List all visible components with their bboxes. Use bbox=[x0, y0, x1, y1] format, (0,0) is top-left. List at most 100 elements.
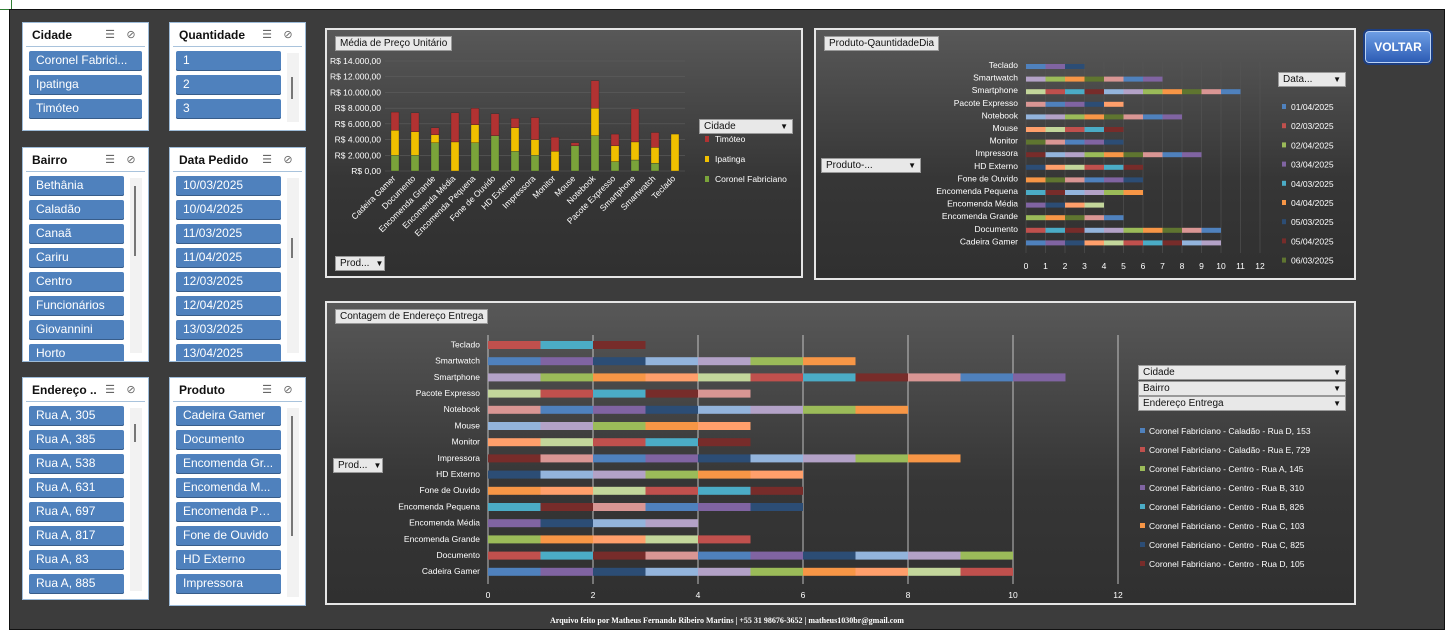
slicer-item[interactable]: Bethânia bbox=[29, 176, 124, 196]
slicer-item[interactable]: Cariru bbox=[29, 248, 124, 268]
slicer-item[interactable]: Encomenda Pe... bbox=[176, 502, 281, 522]
slicer-item[interactable]: Encomenda Gr... bbox=[176, 454, 281, 474]
bar-segment bbox=[1182, 227, 1202, 233]
slicer-item[interactable]: Rua A, 385 bbox=[29, 430, 124, 450]
slicer-item[interactable]: 13/04/2025 bbox=[176, 344, 281, 361]
slicer-item[interactable]: Giovannini bbox=[29, 320, 124, 340]
slicer-item[interactable]: 3 bbox=[176, 99, 281, 119]
slicer-item[interactable]: 10/04/2025 bbox=[176, 200, 281, 220]
slicer-item[interactable]: Rua A, 631 bbox=[29, 478, 124, 498]
filter-button-bairro[interactable]: Bairro ▼ bbox=[1138, 381, 1346, 396]
multi-select-icon[interactable]: ☰ bbox=[259, 383, 275, 397]
bar-segment bbox=[1026, 240, 1046, 246]
multi-select-icon[interactable]: ☰ bbox=[102, 28, 118, 42]
legend-entry: Coronel Fabriciano - Centro - Rua C, 103 bbox=[1149, 521, 1305, 531]
slicer-item[interactable]: Cadeira Gamer bbox=[176, 406, 281, 426]
bar-segment bbox=[803, 551, 856, 560]
bar-segment bbox=[593, 519, 646, 528]
slicer-item[interactable]: Rua A, 885 bbox=[29, 574, 124, 594]
multi-select-icon[interactable]: ☰ bbox=[259, 28, 275, 42]
bar-segment bbox=[1065, 101, 1085, 107]
slicer-item[interactable]: Documento bbox=[176, 430, 281, 450]
legend-filter-cidade[interactable]: Cidade ▼ bbox=[699, 119, 793, 134]
x-tick-label: 12 bbox=[1255, 261, 1265, 271]
clear-filter-icon[interactable]: ⊘ bbox=[123, 28, 139, 42]
legend-swatch bbox=[1282, 200, 1286, 205]
bar-timóteo bbox=[490, 113, 500, 136]
legend-swatch bbox=[705, 176, 709, 182]
slicer-scrollbar[interactable] bbox=[287, 178, 299, 353]
slicer-item[interactable]: 11/04/2025 bbox=[176, 248, 281, 268]
slicer-item[interactable]: 2 bbox=[176, 75, 281, 95]
slicer-item[interactable]: Rua A, 697 bbox=[29, 502, 124, 522]
slicer-item[interactable]: 12/03/2025 bbox=[176, 272, 281, 292]
clear-filter-icon[interactable]: ⊘ bbox=[123, 383, 139, 397]
bar-segment bbox=[1065, 227, 1085, 233]
slicer-item[interactable]: Rua A, 817 bbox=[29, 526, 124, 546]
clear-filter-icon[interactable]: ⊘ bbox=[280, 383, 296, 397]
category-label: Fone de Ouvido bbox=[958, 173, 1019, 183]
slicer-item[interactable]: Funcionários bbox=[29, 296, 124, 316]
slicer-scrollbar[interactable] bbox=[130, 178, 142, 353]
slicer-item[interactable]: Horto bbox=[29, 344, 124, 361]
multi-select-icon[interactable]: ☰ bbox=[102, 383, 118, 397]
slicer-item[interactable]: 11/03/2025 bbox=[176, 224, 281, 244]
slicer-scrollbar[interactable] bbox=[287, 53, 299, 122]
filter-button-cidade[interactable]: Cidade ▼ bbox=[1138, 365, 1346, 380]
slicer-item[interactable]: Coronel Fabrici... bbox=[29, 51, 142, 71]
bar-segment bbox=[908, 373, 961, 382]
bar-segment bbox=[1045, 127, 1065, 132]
field-button-produto[interactable]: Prod... ▼ bbox=[333, 458, 383, 473]
bar-segment bbox=[1045, 64, 1065, 69]
bar-segment bbox=[803, 373, 856, 382]
bar-segment bbox=[1143, 114, 1163, 120]
multi-select-icon[interactable]: ☰ bbox=[259, 153, 275, 167]
slicer-scrollbar[interactable] bbox=[130, 408, 142, 591]
filter-button-endereco[interactable]: Endereço Entrega ▼ bbox=[1138, 396, 1346, 411]
voltar-button[interactable]: VOLTAR bbox=[1363, 29, 1433, 65]
slicer-item[interactable]: 10/03/2025 bbox=[176, 176, 281, 196]
slicer-item[interactable]: HD Externo bbox=[176, 550, 281, 570]
category-label: Encomenda Pequena bbox=[936, 186, 1018, 196]
slicer-item[interactable]: Centro bbox=[29, 272, 124, 292]
clear-filter-icon[interactable]: ⊘ bbox=[280, 153, 296, 167]
bar-segment bbox=[1084, 227, 1104, 233]
slicer-item[interactable]: 12/04/2025 bbox=[176, 296, 281, 316]
bar-timóteo bbox=[610, 133, 620, 147]
bar-ipatinga bbox=[390, 129, 400, 156]
bar-segment bbox=[1065, 76, 1085, 82]
legend-entry: Coronel Fabriciano - Centro - Rua D, 105 bbox=[1149, 559, 1305, 569]
slicer-item[interactable]: 13/03/2025 bbox=[176, 320, 281, 340]
slicer-item[interactable]: Caladão bbox=[29, 200, 124, 220]
slicer-scrollbar[interactable] bbox=[287, 408, 299, 597]
slicer-item[interactable]: 1 bbox=[176, 51, 281, 71]
field-button-produto[interactable]: Prod... ▼ bbox=[335, 256, 385, 271]
bar-segment bbox=[1045, 101, 1065, 107]
slicer-item[interactable]: Rua A, 305 bbox=[29, 406, 124, 426]
x-tick-label: 4 bbox=[696, 590, 701, 600]
x-tick-label: 10 bbox=[1008, 590, 1018, 600]
legend-filter-data[interactable]: Data... ▼ bbox=[1278, 72, 1346, 87]
bar-segment bbox=[593, 486, 646, 495]
field-button-produto[interactable]: Produto-... ▼ bbox=[821, 158, 921, 173]
clear-filter-icon[interactable]: ⊘ bbox=[280, 28, 296, 42]
bar-segment bbox=[1143, 152, 1163, 158]
slicer-item[interactable]: Impressora bbox=[176, 574, 281, 594]
clear-filter-icon[interactable]: ⊘ bbox=[123, 153, 139, 167]
slicer-item[interactable]: Ipatinga bbox=[29, 75, 142, 95]
slicer-item[interactable]: Fone de Ouvido bbox=[176, 526, 281, 546]
x-tick-label: 2 bbox=[1063, 261, 1068, 271]
category-label: Encomenda Grande bbox=[942, 211, 1018, 221]
slicer-data-pedido: Data Pedido ☰ ⊘ 10/03/2025 10/04/2025 11/03/… bbox=[169, 147, 306, 362]
bar-coronel-fabriciano bbox=[410, 155, 420, 172]
bar-segment bbox=[1201, 89, 1221, 95]
slicer-item[interactable]: Rua A, 538 bbox=[29, 454, 124, 474]
x-tick-label: 4 bbox=[1102, 261, 1107, 271]
slicer-item[interactable]: Timóteo bbox=[29, 99, 142, 119]
slicer-item[interactable]: Canaã bbox=[29, 224, 124, 244]
multi-select-icon[interactable]: ☰ bbox=[102, 153, 118, 167]
slicer-item[interactable]: Encomenda M... bbox=[176, 478, 281, 498]
bar-ipatinga bbox=[590, 107, 600, 136]
legend-swatch bbox=[1140, 561, 1145, 566]
slicer-item[interactable]: Rua A, 83 bbox=[29, 550, 124, 570]
